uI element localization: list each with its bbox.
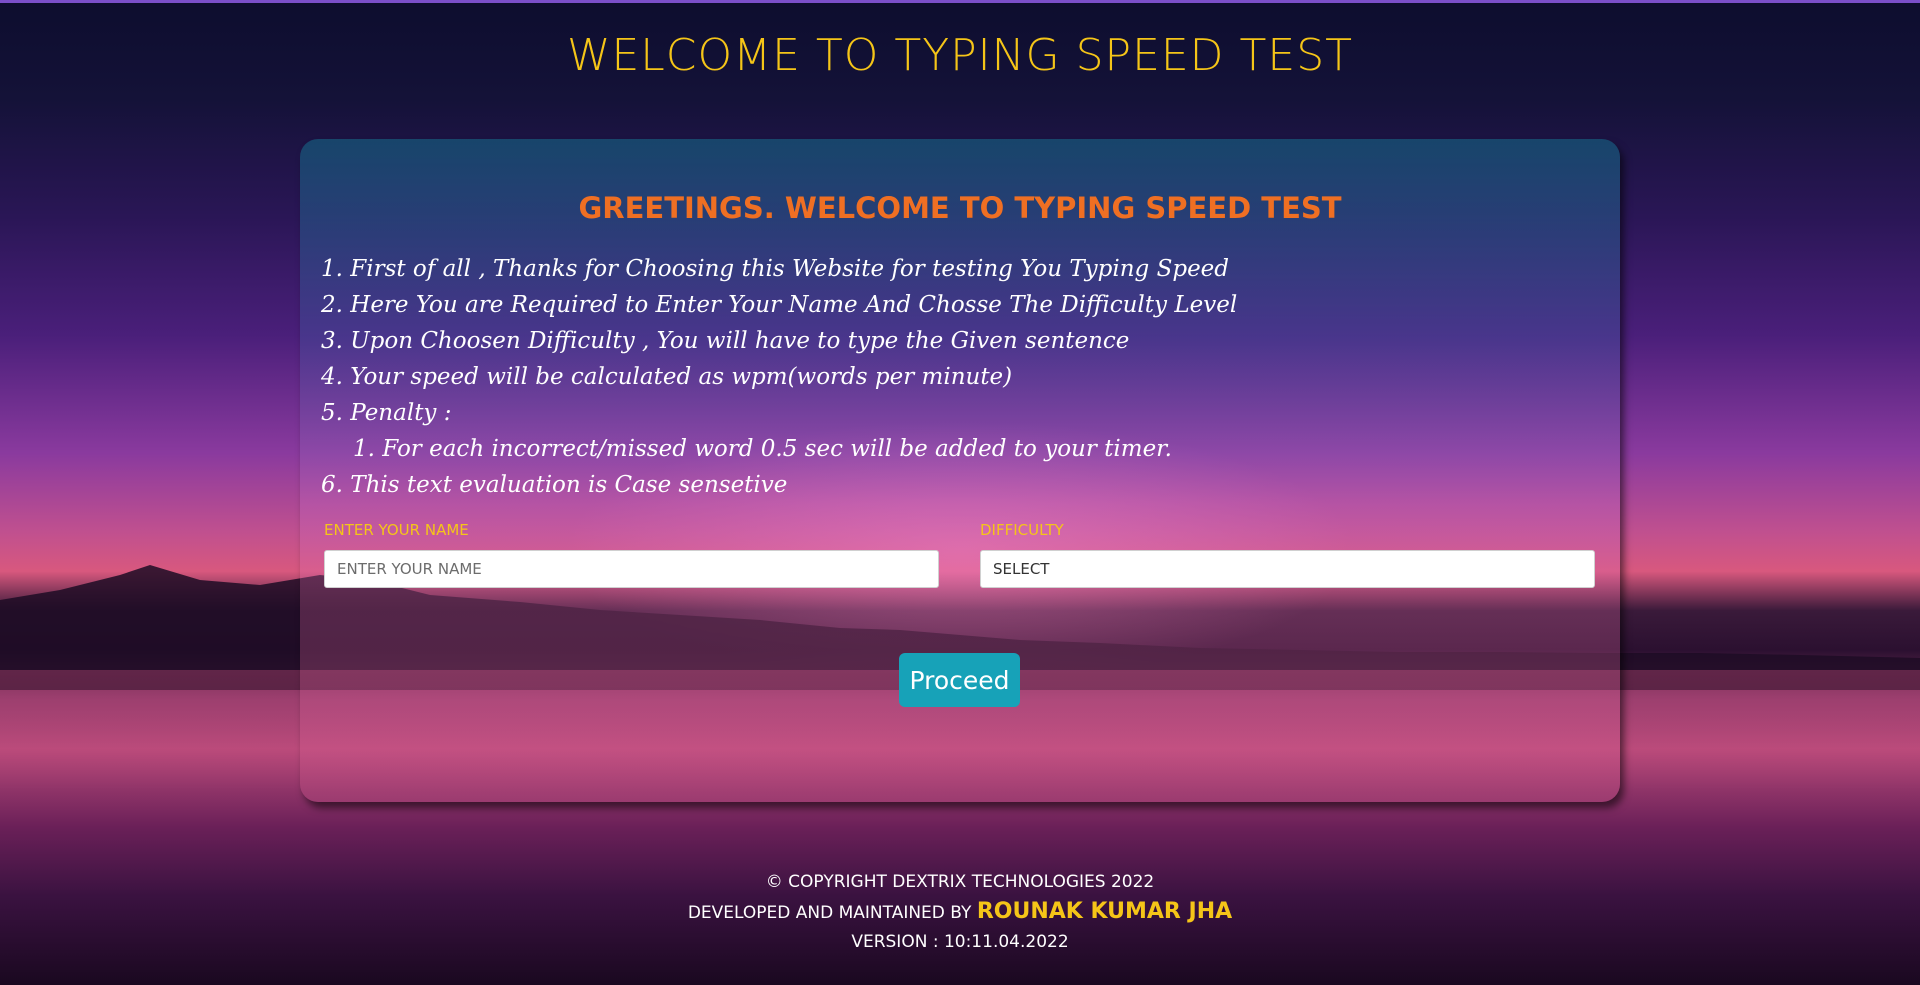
page-title: WELCOME TO TYPING SPEED TEST bbox=[566, 30, 1354, 81]
rule-item: 3. Upon Choosen Difficulty , You will ha… bbox=[321, 328, 1130, 354]
developer-name: ROUNAK KUMAR JHA bbox=[976, 899, 1233, 924]
difficulty-select[interactable]: SELECT bbox=[980, 550, 1595, 588]
name-label: ENTER YOUR NAME bbox=[324, 521, 469, 539]
proceed-button[interactable]: Proceed bbox=[899, 653, 1020, 707]
version-text: VERSION : 10:11.04.2022 bbox=[851, 932, 1069, 952]
developer-line: DEVELOPED AND MAINTAINED BY ROUNAK KUMAR… bbox=[0, 897, 1920, 928]
copyright-text: © COPYRIGHT DEXTRIX TECHNOLOGIES 2022 bbox=[765, 872, 1155, 892]
developed-prefix: DEVELOPED AND MAINTAINED BY bbox=[687, 903, 972, 923]
rule-subitem: 1. For each incorrect/missed word 0.5 se… bbox=[353, 436, 1172, 462]
rule-item: 1. First of all , Thanks for Choosing th… bbox=[321, 256, 1230, 282]
rule-item: 2. Here You are Required to Enter Your N… bbox=[321, 292, 1238, 318]
footer: © COPYRIGHT DEXTRIX TECHNOLOGIES 2022 DE… bbox=[0, 868, 1920, 957]
rule-item: 4. Your speed will be calculated as wpm(… bbox=[321, 364, 1013, 390]
top-accent-line bbox=[0, 0, 1920, 3]
difficulty-label: DIFFICULTY bbox=[980, 521, 1064, 539]
card-heading: GREETINGS. WELCOME TO TYPING SPEED TEST bbox=[578, 191, 1342, 225]
rule-item: 5. Penalty : bbox=[321, 400, 452, 426]
name-input[interactable] bbox=[324, 550, 939, 588]
difficulty-selected-value: SELECT bbox=[993, 560, 1050, 578]
rules-list: 1. First of all , Thanks for Choosing th… bbox=[321, 251, 1581, 503]
instructions-card: GREETINGS. WELCOME TO TYPING SPEED TEST … bbox=[300, 139, 1620, 802]
rule-item: 6. This text evaluation is Case sensetiv… bbox=[321, 472, 788, 498]
